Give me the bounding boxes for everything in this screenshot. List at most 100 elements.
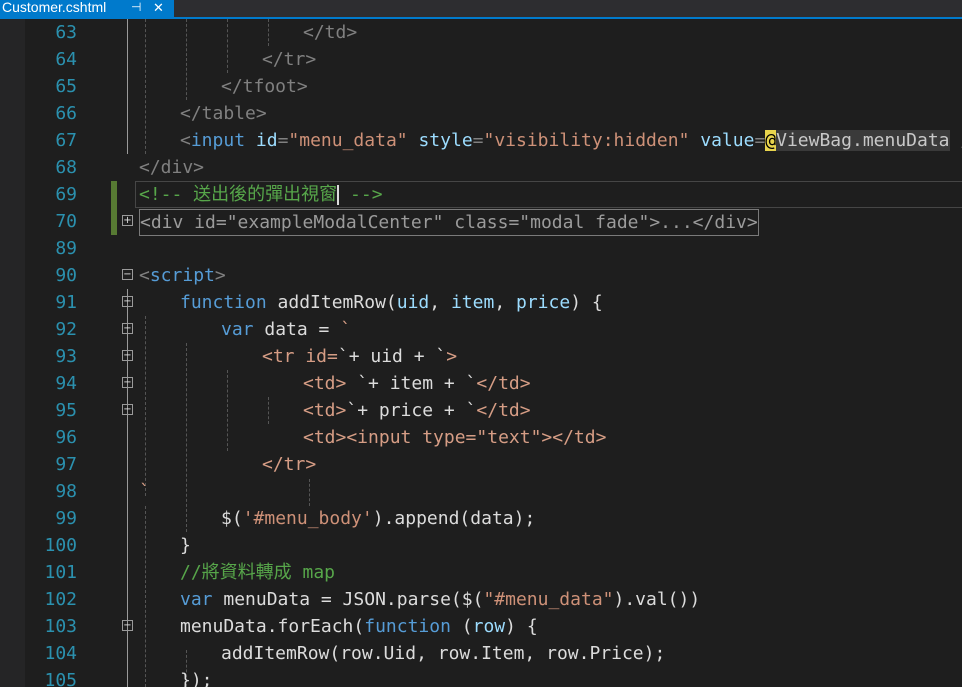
code-line: 89	[0, 235, 962, 262]
code-line: 65 </tfoot>	[0, 73, 962, 100]
code-line: + 70 <div id="exampleModalCenter" class=…	[0, 208, 962, 236]
change-marker	[111, 208, 117, 235]
line-number: 65	[55, 76, 77, 97]
line-number: 100	[44, 535, 77, 556]
code-token: </tfoot>	[221, 76, 308, 97]
code-token: ViewBag.menuData	[776, 130, 950, 151]
code-token: <tr id=	[262, 346, 338, 367]
code-token: id	[255, 130, 278, 151]
code-token: ) {	[570, 292, 603, 313]
code-token: </tr>	[262, 454, 317, 475]
code-line: 64 </tr>	[0, 46, 962, 73]
code-line: 99 $('#menu_body').append(data);	[0, 505, 962, 532]
code-line: 100 }	[0, 532, 962, 559]
line-number: 63	[55, 22, 77, 43]
line-number: 67	[55, 130, 77, 151]
line-number: 99	[55, 508, 77, 529]
code-line: 67 <input id="menu_data" style="visibili…	[0, 127, 962, 154]
code-line: 105 });	[0, 667, 962, 687]
code-token: ).append(data);	[372, 508, 536, 529]
line-number: 92	[55, 319, 77, 340]
tab-customer-cshtml[interactable]: Customer.cshtml ⊣ ✕	[0, 0, 174, 17]
code-token: "visibility:hidden"	[483, 130, 690, 151]
line-number: 97	[55, 454, 77, 475]
code-token: row	[472, 616, 506, 637]
code-token: menuData.forEach(	[180, 616, 365, 637]
code-editor[interactable]: 63 </td> 64 </tr> 65 </tfoot> 66 </table…	[0, 19, 962, 687]
code-token: `+ item + `	[357, 373, 477, 394]
line-number: 66	[55, 103, 77, 124]
code-token: <td>	[303, 400, 347, 421]
line-number: 98	[55, 481, 77, 502]
collapse-icon[interactable]: −	[122, 377, 133, 388]
code-token: });	[180, 670, 213, 687]
code-line: 97 </tr>	[0, 451, 962, 478]
code-token: />	[950, 130, 962, 151]
code-line: 101 //將資料轉成 map	[0, 559, 962, 586]
code-token: =	[754, 130, 766, 151]
code-token: `	[340, 319, 352, 340]
code-line: − 92 var data = `	[0, 316, 962, 343]
code-token: ) {	[505, 616, 538, 637]
code-token: </tr>	[262, 49, 317, 70]
code-token: `+ uid + `	[337, 346, 447, 367]
collapse-icon[interactable]: −	[122, 620, 133, 631]
code-token: data =	[253, 319, 341, 340]
change-marker	[111, 181, 117, 208]
code-line: − 103 menuData.forEach(function (row) {	[0, 613, 962, 640]
tab-title: Customer.cshtml	[2, 0, 107, 15]
code-comment: -->	[339, 184, 383, 205]
collapse-icon[interactable]: −	[122, 323, 133, 334]
line-number: 90	[55, 265, 77, 286]
collapsed-region[interactable]: <div id="exampleModalCenter" class="moda…	[139, 209, 759, 236]
code-line: − 93 <tr id=`+ uid + `>	[0, 343, 962, 370]
code-token: ).val())	[613, 589, 701, 610]
code-token: var	[221, 319, 254, 340]
collapse-icon[interactable]: −	[122, 296, 133, 307]
code-token: var	[180, 589, 213, 610]
code-token: <	[180, 130, 191, 151]
line-number: 96	[55, 427, 77, 448]
code-token: <td><input type="text"></td>	[303, 427, 607, 448]
code-token: `+ price + `	[346, 400, 477, 421]
code-token: ,	[494, 292, 516, 313]
code-token: "menu_data"	[288, 130, 408, 151]
collapse-icon[interactable]: −	[122, 350, 133, 361]
collapse-icon[interactable]: −	[122, 269, 133, 280]
code-line: − 94 <td> `+ item + `</td>	[0, 370, 962, 397]
code-line: 102 var menuData = JSON.parse($("#menu_d…	[0, 586, 962, 613]
code-token: </td>	[476, 373, 531, 394]
collapse-icon[interactable]: −	[122, 404, 133, 415]
line-number: 70	[55, 211, 77, 232]
code-token: addItemRow(row.Uid, row.Item, row.Price)…	[221, 643, 666, 664]
document-tab-bar: Customer.cshtml ⊣ ✕	[0, 0, 962, 19]
razor-marker: @	[765, 130, 777, 151]
code-line: 63 </td>	[0, 19, 962, 46]
line-number: 93	[55, 346, 77, 367]
code-line: − 90 <script>	[0, 262, 962, 289]
expand-icon[interactable]: +	[122, 215, 133, 226]
line-number: 101	[44, 562, 77, 583]
code-token: input	[190, 130, 246, 151]
code-line: 96 <td><input type="text"></td>	[0, 424, 962, 451]
line-number: 95	[55, 400, 77, 421]
close-icon[interactable]: ✕	[153, 0, 164, 15]
code-token: `	[139, 481, 150, 502]
code-token: menuData = JSON.parse($(	[212, 589, 484, 610]
code-token: item	[450, 292, 495, 313]
code-line: − 91 function addItemRow(uid, item, pric…	[0, 289, 962, 316]
code-token: ,	[429, 292, 451, 313]
code-token: value	[700, 130, 755, 151]
line-number: 105	[44, 670, 77, 687]
code-comment: //將資料轉成 map	[180, 562, 336, 583]
pin-icon[interactable]: ⊣	[131, 0, 141, 15]
code-token: function	[180, 292, 267, 313]
code-token: script	[149, 265, 215, 286]
line-number: 103	[44, 616, 77, 637]
code-token: price	[516, 292, 571, 313]
code-token: $(	[221, 508, 243, 529]
code-line: 98 `	[0, 478, 962, 505]
code-line: 104 addItemRow(row.Uid, row.Item, row.Pr…	[0, 640, 962, 667]
code-token: <	[139, 265, 150, 286]
code-token: <td>	[303, 373, 358, 394]
